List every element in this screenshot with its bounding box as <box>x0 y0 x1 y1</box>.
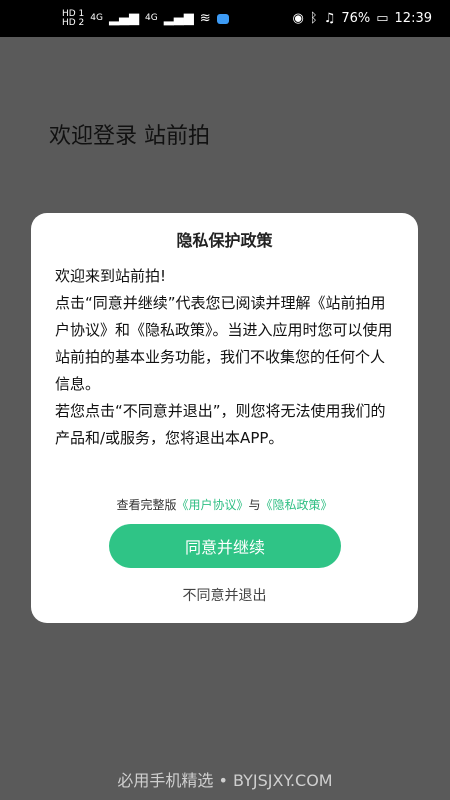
bluetooth-icon: ᛒ <box>309 11 318 26</box>
dialog-paragraph: 点击“同意并继续”代表您已阅读并理解《站前拍用户协议》和《隐私政策》。当进入应用… <box>55 294 393 393</box>
status-right: ◉ ᛒ ♫ 76% ▭ 12:39 <box>293 11 432 26</box>
status-bar: HD 1 HD 2 4G ▂▄▆ 4G ▂▄▆ ≋ ◉ ᛒ ♫ 76% ▭ 12… <box>0 0 450 37</box>
cloud-icon <box>216 13 229 24</box>
wifi-icon: ≋ <box>199 11 211 26</box>
user-agreement-link[interactable]: 《用户协议》 <box>176 498 248 512</box>
hd-indicator: HD 1 HD 2 <box>62 9 85 28</box>
signal-bars-icon: ▂▄▆ <box>109 11 139 26</box>
battery-icon: ▭ <box>376 11 389 26</box>
watermark-footer: 必用手机精选 • BYJSJXY.COM <box>117 771 333 790</box>
policy-links: 查看完整版《用户协议》与《隐私政策》 <box>31 496 418 513</box>
agree-button[interactable]: 同意并继续 <box>109 524 341 568</box>
welcome-title: 欢迎登录 站前拍 <box>49 124 210 149</box>
status-left: HD 1 HD 2 4G ▂▄▆ 4G ▂▄▆ ≋ <box>62 9 229 28</box>
privacy-policy-link[interactable]: 《隐私政策》 <box>261 498 333 512</box>
hd2-label: HD 2 <box>62 17 85 28</box>
dialog-paragraph: 欢迎来到站前拍! <box>55 267 167 285</box>
signal-bars-icon: ▂▄▆ <box>163 11 194 26</box>
signal2-label: 4G <box>145 13 158 23</box>
dialog-title: 隐私保护政策 <box>176 231 273 250</box>
decline-button[interactable]: 不同意并退出 <box>31 585 418 605</box>
clock: 12:39 <box>394 11 432 26</box>
links-and: 与 <box>248 498 261 512</box>
signal1-label: 4G <box>90 13 103 23</box>
links-prefix: 查看完整版 <box>116 498 177 512</box>
eye-icon: ◉ <box>292 11 304 26</box>
dialog-paragraph: 若您点击“不同意并退出”，则您将无法使用我们的产品和/或服务，您将退出本APP。 <box>55 402 386 447</box>
privacy-dialog: 隐私保护政策 欢迎来到站前拍! 点击“同意并继续”代表您已阅读并理解《站前拍用户… <box>31 213 418 623</box>
battery-percent: 76% <box>341 11 371 26</box>
dialog-body: 欢迎来到站前拍! 点击“同意并继续”代表您已阅读并理解《站前拍用户协议》和《隐私… <box>55 263 395 452</box>
mute-bell-icon: ♫ <box>323 11 336 26</box>
